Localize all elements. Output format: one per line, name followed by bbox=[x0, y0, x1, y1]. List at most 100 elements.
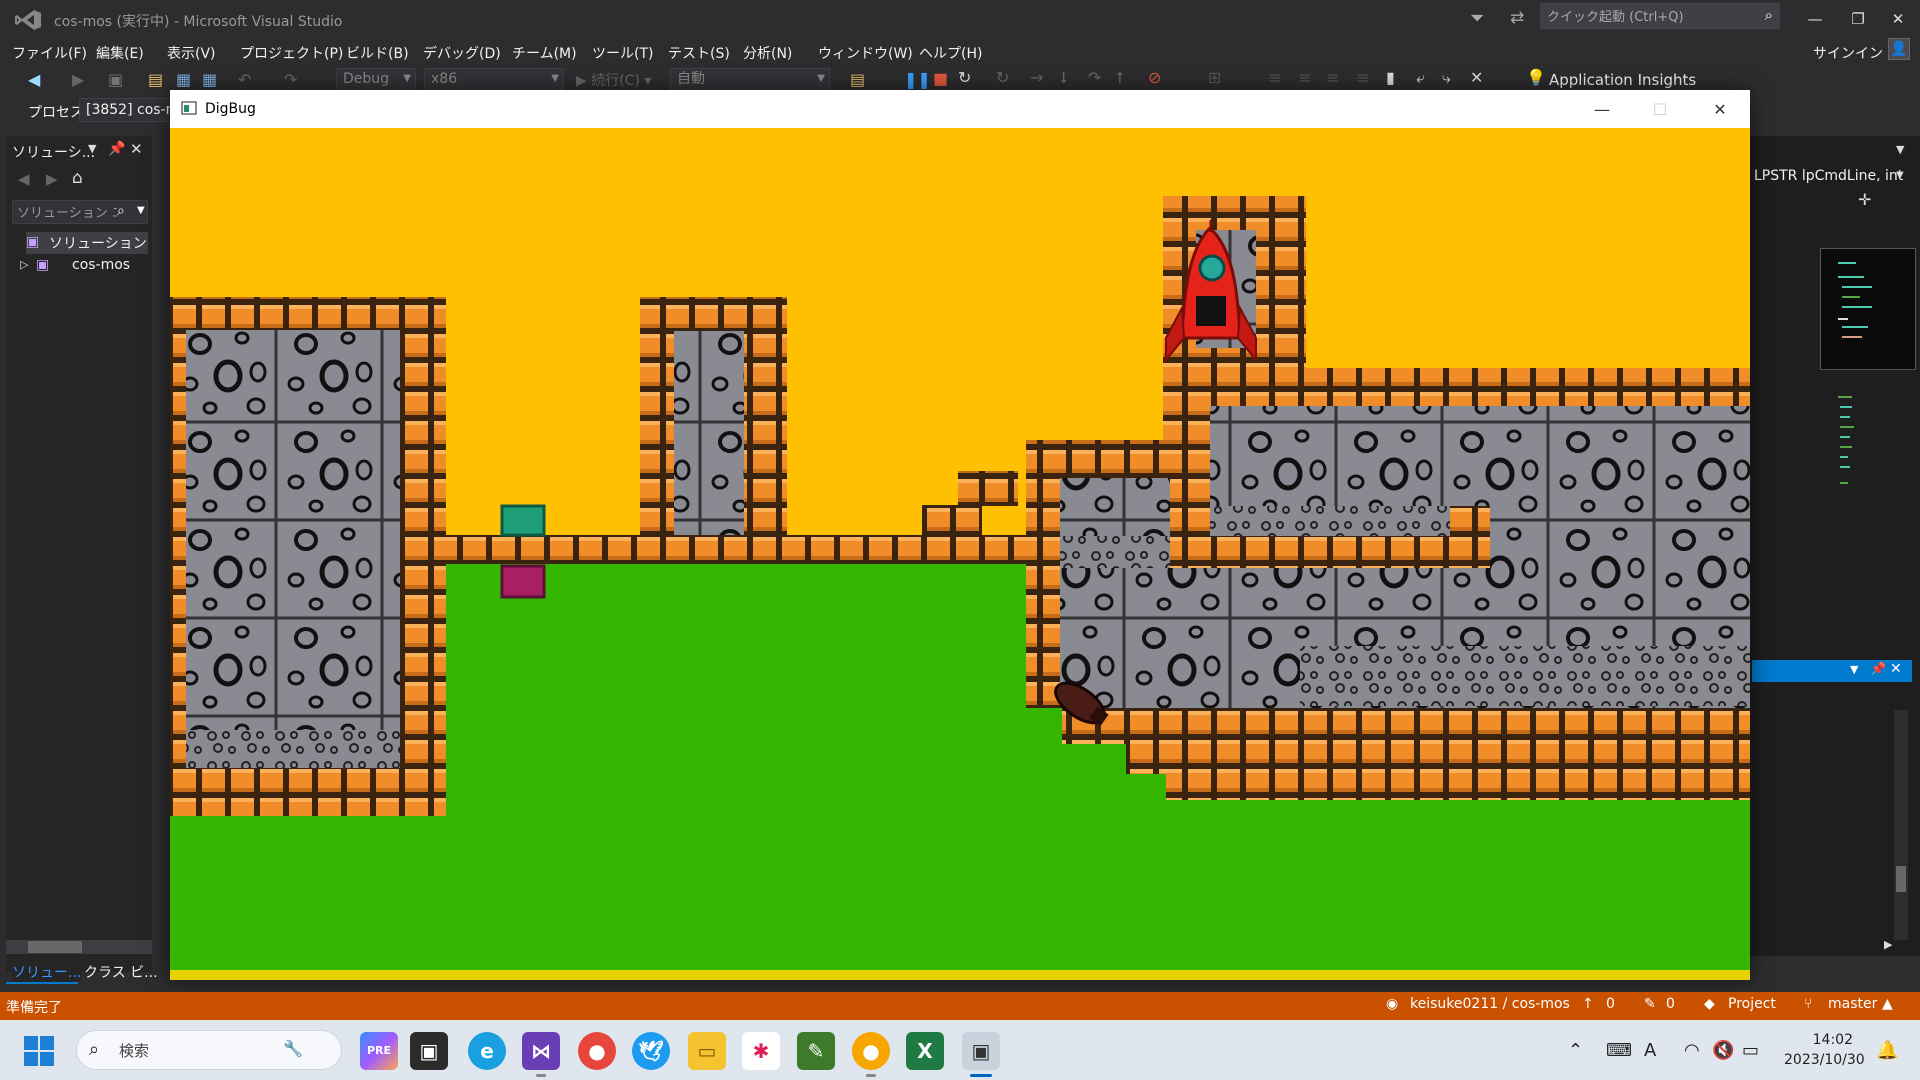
menu-team[interactable]: チーム(M) bbox=[512, 43, 577, 63]
redo-icon[interactable]: ↷ bbox=[284, 70, 297, 89]
quick-launch-input[interactable] bbox=[1541, 4, 1754, 30]
step-out-icon[interactable]: ↷ bbox=[1088, 68, 1101, 87]
file-explorer-icon[interactable]: ▭ bbox=[688, 1032, 726, 1070]
maximize-icon[interactable]: ☐ bbox=[1640, 100, 1680, 120]
quick-launch-box[interactable]: ⌕ bbox=[1540, 3, 1780, 30]
platform-select[interactable]: x86 ▼ bbox=[424, 68, 564, 90]
bookmark-icon[interactable]: ▮ bbox=[1386, 68, 1395, 87]
undo-icon[interactable]: ↶ bbox=[238, 70, 251, 89]
step-over-icon[interactable]: → bbox=[1030, 68, 1043, 87]
chevron-down-icon[interactable]: ▼ bbox=[1850, 663, 1858, 676]
taskbar-search[interactable]: ⌕ 🔧 bbox=[76, 1030, 342, 1070]
close-icon[interactable]: ✕ bbox=[1700, 100, 1740, 120]
game-canvas[interactable] bbox=[170, 128, 1750, 980]
show-next-statement-icon[interactable]: ↻ bbox=[996, 68, 1009, 87]
clock-date[interactable]: 2023/10/30 bbox=[1784, 1052, 1865, 1068]
pin-icon[interactable]: 📌 bbox=[1870, 662, 1886, 677]
home-icon[interactable]: ⌂ bbox=[72, 168, 83, 188]
lifecycle-events-icon[interactable]: ▤ bbox=[850, 70, 865, 89]
tree-item-project[interactable]: cos-mos bbox=[72, 257, 130, 273]
minimize-icon[interactable]: — bbox=[1582, 100, 1622, 120]
restore-icon[interactable]: ❐ bbox=[1838, 6, 1878, 32]
scroll-thumb[interactable] bbox=[1896, 866, 1906, 892]
digbug-app-icon[interactable]: ▣ bbox=[962, 1032, 1000, 1070]
notification-icon[interactable]: 🔔 bbox=[1876, 1040, 1898, 1061]
slack-icon[interactable]: ✱ bbox=[742, 1032, 780, 1070]
split-icon[interactable]: ✛ bbox=[1858, 190, 1871, 209]
chevron-up-icon[interactable]: ⌃ bbox=[1568, 1040, 1583, 1061]
align-icon[interactable]: ≡ bbox=[1356, 68, 1369, 87]
app-icon[interactable]: ✎ bbox=[797, 1032, 835, 1070]
changes-count[interactable]: 0 bbox=[1666, 996, 1675, 1012]
magenta-block[interactable] bbox=[500, 564, 546, 599]
minimize-icon[interactable]: — bbox=[1795, 6, 1835, 32]
task-view-icon[interactable]: ▣ bbox=[410, 1032, 448, 1070]
lightbulb-icon[interactable]: 💡 bbox=[1526, 68, 1546, 87]
ime-icon[interactable]: A bbox=[1644, 1040, 1656, 1061]
prev-bookmark-icon[interactable]: ⤶ bbox=[1416, 68, 1425, 88]
continue-button[interactable]: ▶ 続行(C) ▾ bbox=[576, 70, 651, 90]
menu-project[interactable]: プロジェクト(P) bbox=[240, 43, 343, 63]
chevron-down-icon[interactable]: ▼ bbox=[1896, 170, 1904, 181]
search-icon[interactable]: ⌕ bbox=[1765, 6, 1773, 24]
close-icon[interactable]: ✕ bbox=[1878, 6, 1918, 32]
tree-item-solution[interactable]: ソリューション 'cos-mos' bbox=[49, 233, 149, 253]
align-icon[interactable]: ≡ bbox=[1326, 68, 1339, 87]
close-icon[interactable]: ✕ bbox=[1890, 661, 1902, 677]
chrome-canary-icon[interactable]: ● bbox=[852, 1032, 890, 1070]
user-icon[interactable]: 👤 bbox=[1888, 38, 1910, 60]
menu-file[interactable]: ファイル(F) bbox=[12, 43, 87, 63]
expand-icon[interactable]: ▷ bbox=[20, 258, 28, 271]
keyboard-icon[interactable]: ⌨ bbox=[1606, 1040, 1632, 1061]
scroll-thumb[interactable] bbox=[28, 941, 82, 953]
project-link[interactable]: Project bbox=[1728, 996, 1776, 1012]
step-into-icon[interactable]: ⭣ bbox=[1060, 68, 1068, 88]
restart-icon[interactable]: ↻ bbox=[958, 68, 971, 87]
menu-tools[interactable]: ツール(T) bbox=[592, 43, 653, 63]
back-icon[interactable]: ◀ bbox=[18, 170, 30, 188]
chevron-down-icon[interactable]: ▼ bbox=[1896, 143, 1904, 156]
chevron-down-icon[interactable]: ▼ bbox=[137, 205, 145, 216]
teal-block[interactable] bbox=[500, 504, 546, 537]
battery-icon[interactable]: ▭ bbox=[1742, 1040, 1759, 1061]
breakpoint-toggle-icon[interactable]: ⊘ bbox=[1148, 68, 1161, 87]
chevron-up-icon[interactable]: ▲ bbox=[1882, 996, 1893, 1012]
close-icon[interactable]: ✕ bbox=[130, 140, 143, 158]
solution-search-box[interactable]: ⌕ ▼ bbox=[12, 200, 148, 225]
repo-link[interactable]: keisuke0211 / cos-mos bbox=[1410, 996, 1570, 1012]
vertical-scrollbar[interactable] bbox=[1894, 710, 1908, 940]
clock-time[interactable]: 14:02 bbox=[1793, 1032, 1853, 1048]
menu-build[interactable]: ビルド(B) bbox=[346, 43, 409, 63]
edge-icon[interactable]: e bbox=[468, 1032, 506, 1070]
tab-class-view[interactable]: クラス ビ... bbox=[84, 962, 158, 982]
open-folder-icon[interactable]: ▤ bbox=[148, 70, 163, 89]
wifi-icon[interactable]: ◠ bbox=[1684, 1040, 1700, 1061]
scroll-right-icon[interactable]: ▶ bbox=[1884, 938, 1892, 951]
menu-test[interactable]: テスト(S) bbox=[668, 43, 730, 63]
save-all-icon[interactable]: ▦ bbox=[202, 70, 217, 89]
pin-icon[interactable]: 📌 bbox=[108, 141, 125, 157]
step-up-icon[interactable]: ⭡ bbox=[1116, 68, 1124, 88]
save-icon[interactable]: ▦ bbox=[176, 70, 191, 89]
menu-window[interactable]: ウィンドウ(W) bbox=[818, 43, 913, 63]
search-icon[interactable]: ⌕ bbox=[117, 203, 125, 219]
member-dropdown[interactable]: LPSTR lpCmdLine, int bbox=[1754, 168, 1903, 184]
filter-icon[interactable]: ⏷ bbox=[1470, 8, 1484, 29]
visual-studio-icon[interactable]: ⋈ bbox=[522, 1032, 560, 1070]
forward-icon[interactable]: ▶ bbox=[72, 70, 84, 89]
align-icon[interactable]: ≡ bbox=[1268, 68, 1281, 87]
menu-analyze[interactable]: 分析(N) bbox=[743, 43, 792, 63]
clear-bookmarks-icon[interactable]: ✕ bbox=[1470, 68, 1483, 87]
menu-edit[interactable]: 編集(E) bbox=[96, 43, 144, 63]
process-select[interactable]: [3852] cos-mos bbox=[79, 98, 179, 122]
speaker-muted-icon[interactable]: 🔇 bbox=[1712, 1040, 1734, 1061]
output-window-tab[interactable] bbox=[1752, 660, 1912, 682]
copilot-icon[interactable]: PRE bbox=[360, 1032, 398, 1070]
menu-help[interactable]: ヘルプ(H) bbox=[919, 43, 982, 63]
align-icon[interactable]: ≡ bbox=[1298, 68, 1311, 87]
config-select[interactable]: Debug ▼ bbox=[336, 68, 416, 90]
pause-icon[interactable]: ❚❚ bbox=[904, 70, 931, 89]
excel-icon[interactable]: X bbox=[906, 1032, 944, 1070]
auto-select[interactable]: 自動 ▼ bbox=[670, 68, 830, 90]
application-insights-button[interactable]: Application Insights bbox=[1549, 71, 1696, 89]
